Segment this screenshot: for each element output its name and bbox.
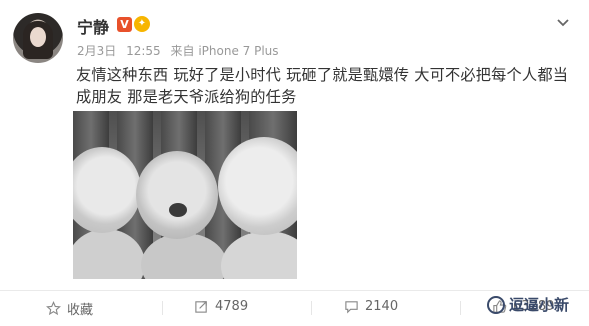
favorite-label: 收藏	[67, 303, 94, 318]
favorite-button[interactable]: 收藏	[46, 299, 93, 318]
post-photo[interactable]	[73, 111, 297, 279]
post-text: 友情这种东西 玩好了是小时代 玩砸了就是甄嬛传 大可不必把每个人都当成朋友 那是…	[76, 66, 569, 106]
repost-count: 4789	[215, 299, 249, 314]
level-icon: ✦	[134, 16, 150, 32]
post-date[interactable]: 2月3日	[77, 44, 116, 58]
caret-down-icon[interactable]	[555, 14, 571, 30]
post-time[interactable]: 12:55	[126, 44, 161, 58]
post-meta: 2月3日 12:55 来自 iPhone 7 Plus	[77, 42, 285, 59]
verified-icon: V	[117, 17, 132, 32]
comment-count: 2140	[365, 299, 399, 314]
username[interactable]: 宁静	[77, 14, 109, 38]
baby-head-middle	[136, 151, 218, 239]
post-source: 来自 iPhone 7 Plus	[170, 44, 279, 58]
divider	[162, 301, 163, 315]
crying-mouth	[169, 203, 187, 217]
repost-icon	[195, 301, 207, 313]
comment-icon	[345, 301, 358, 314]
repost-button[interactable]: 4789	[194, 299, 248, 314]
star-icon	[46, 301, 61, 316]
divider	[311, 301, 312, 315]
watermark-text: 逗逼小新	[508, 296, 569, 314]
avatar[interactable]	[13, 13, 63, 63]
watermark: 逗逼小新	[486, 294, 569, 315]
avatar-face	[30, 27, 46, 47]
divider	[460, 301, 461, 315]
watermark-logo-icon	[486, 295, 505, 314]
comment-button[interactable]: 2140	[344, 299, 398, 314]
